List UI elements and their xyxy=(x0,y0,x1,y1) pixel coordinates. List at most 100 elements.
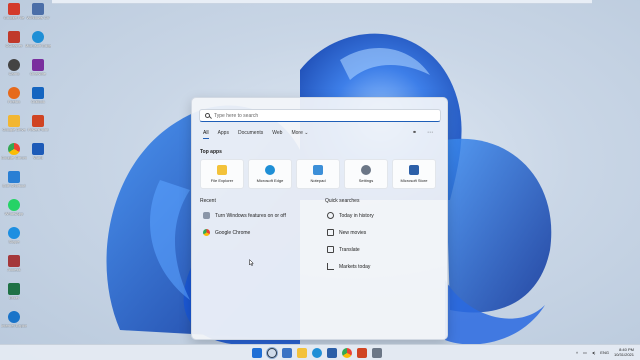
file-explorer-icon[interactable] xyxy=(297,348,307,358)
chrome-icon[interactable] xyxy=(342,348,352,358)
desktop-icon-windows-cv[interactable]: Windows CV xyxy=(25,3,51,20)
desktop-icon-label: Firefox xyxy=(7,99,21,104)
quick-search-translate[interactable]: Translate xyxy=(327,241,374,258)
chrome-icon xyxy=(8,143,20,155)
app-icon xyxy=(32,3,44,15)
control-panel-icon xyxy=(203,212,210,219)
quick-search-label: Today in history xyxy=(339,212,374,219)
recent-title: Recent xyxy=(200,198,216,204)
chart-icon xyxy=(327,263,334,270)
volume-icon[interactable]: ◂) xyxy=(592,350,595,355)
quick-search-new-movies[interactable]: New movies xyxy=(327,224,374,241)
desktop-icon-excel[interactable]: Excel xyxy=(1,283,27,300)
task-view-icon[interactable] xyxy=(282,348,292,358)
desktop-icon-edge[interactable]: Microsoft Edge xyxy=(25,31,51,48)
desktop-icon-access[interactable]: Access xyxy=(1,255,27,272)
desktop-icon-label: Outlook xyxy=(31,99,45,104)
app-tile-file-explorer[interactable]: File Explorer xyxy=(200,159,244,189)
search-taskbar-icon[interactable] xyxy=(267,348,277,358)
quick-searches-title: Quick searches xyxy=(325,198,360,204)
desktop-icon-whatsapp[interactable]: WhatsApp xyxy=(1,199,27,216)
quick-search-today-in-history[interactable]: Today in history xyxy=(327,207,374,224)
edge-icon[interactable] xyxy=(312,348,322,358)
clock-date: 10/31/2021 xyxy=(613,352,634,357)
app-tile-label: Microsoft Edge xyxy=(256,178,284,183)
start-button-icon[interactable] xyxy=(252,348,262,358)
tab-all[interactable]: All xyxy=(203,130,209,139)
store-icon[interactable] xyxy=(327,348,337,358)
taskbar: ˄ ▭ ◂) ENG 8:40 PM 10/31/2021 xyxy=(0,344,640,360)
quick-search-label: Translate xyxy=(339,246,360,253)
desktop-icon-chrome[interactable]: Google Chrome xyxy=(1,143,27,160)
clock[interactable]: 8:40 PM 10/31/2021 xyxy=(614,347,634,357)
quick-search-markets-today[interactable]: Markets today xyxy=(327,258,374,275)
desktop-icon-firefox[interactable]: Firefox xyxy=(1,87,27,104)
desktop-icon-grid: Google File Windows CV CCleaner Microsof… xyxy=(0,0,56,344)
excel-icon xyxy=(8,283,20,295)
tab-more[interactable]: More ⌄ xyxy=(291,130,308,136)
whatsapp-icon xyxy=(8,199,20,211)
search-box[interactable] xyxy=(199,109,441,122)
desktop-icon-internet-explorer[interactable]: Internet Explorer xyxy=(1,311,27,328)
desktop-icon-edit-shortcut[interactable]: Edit Shortcut xyxy=(1,171,27,188)
outlook-icon xyxy=(32,87,44,99)
desktop-icon-skype[interactable]: Skype xyxy=(1,227,27,244)
clock-icon xyxy=(327,212,334,219)
app-tile-microsoft-store[interactable]: Microsoft Store xyxy=(392,159,436,189)
chrome-icon xyxy=(203,229,210,236)
desktop-icon-label: CCleaner xyxy=(5,43,23,48)
app-icon xyxy=(8,3,20,15)
desktop-icon-label: Windows CV xyxy=(26,15,50,20)
app-tile-edge[interactable]: Microsoft Edge xyxy=(248,159,292,189)
app-icon[interactable] xyxy=(357,348,367,358)
app-icon xyxy=(8,171,20,183)
desktop-icon-outlook[interactable]: Outlook xyxy=(25,87,51,104)
share-icon[interactable]: ⚭ xyxy=(412,129,417,136)
recent-item-windows-features[interactable]: Turn Windows features on or off xyxy=(203,207,286,224)
desktop-icon-label: Camo xyxy=(8,71,20,76)
desktop-icon-google-file[interactable]: Google File xyxy=(1,3,27,20)
network-icon[interactable]: ▭ xyxy=(583,350,587,355)
taskbar-pinned-apps xyxy=(252,348,382,358)
desktop-icon-onenote[interactable]: OneNote xyxy=(25,59,51,76)
language-indicator[interactable]: ENG xyxy=(600,350,609,355)
search-input[interactable] xyxy=(214,112,414,119)
recent-list: Turn Windows features on or off Google C… xyxy=(203,207,286,241)
film-icon xyxy=(327,229,334,236)
desktop-icon-label: Access xyxy=(7,267,21,272)
app-tile-label: Notepad xyxy=(310,178,326,183)
tab-documents[interactable]: Documents xyxy=(238,130,263,136)
desktop-icon-label: PowerPoint xyxy=(27,127,49,132)
tab-web[interactable]: Web xyxy=(272,130,282,136)
app-icon[interactable] xyxy=(372,348,382,358)
desktop-icon-label: WhatsApp xyxy=(4,211,24,216)
desktop-icon-word[interactable]: Word xyxy=(25,143,51,160)
desktop-icon-label: Excel xyxy=(9,295,19,300)
app-tile-settings[interactable]: Settings xyxy=(344,159,388,189)
app-tile-label: File Explorer xyxy=(210,178,234,183)
desktop-icon-powerpoint[interactable]: PowerPoint xyxy=(25,115,51,132)
onenote-icon xyxy=(32,59,44,71)
desktop-icon-google-drive[interactable]: Google Drive xyxy=(1,115,27,132)
search-tabs: All Apps Documents Web More ⌄ xyxy=(203,130,308,139)
more-options-icon[interactable]: ⋯ xyxy=(427,129,433,136)
desktop-icon-label: Edit Shortcut xyxy=(2,183,26,188)
recent-item-label: Turn Windows features on or off xyxy=(215,212,286,219)
tab-apps[interactable]: Apps xyxy=(218,130,229,136)
recent-item-chrome[interactable]: Google Chrome xyxy=(203,224,286,241)
notepad-icon xyxy=(313,165,323,175)
panel-actions: ⚭ ⋯ xyxy=(412,129,433,136)
mouse-pointer-icon xyxy=(249,259,254,266)
access-icon xyxy=(8,255,20,267)
desktop-icon-ccleaner[interactable]: CCleaner xyxy=(1,31,27,48)
desktop-icon-camo[interactable]: Camo xyxy=(1,59,27,76)
desktop-icon-label: Word xyxy=(33,155,43,160)
app-tile-notepad[interactable]: Notepad xyxy=(296,159,340,189)
quick-search-label: Markets today xyxy=(339,263,371,270)
quick-search-label: New movies xyxy=(339,229,367,236)
desktop-icon-label: Google File xyxy=(3,15,25,20)
app-tile-label: Settings xyxy=(358,178,374,183)
chevron-up-icon[interactable]: ˄ xyxy=(576,350,578,355)
powerpoint-icon xyxy=(32,115,44,127)
recent-item-label: Google Chrome xyxy=(215,229,251,236)
